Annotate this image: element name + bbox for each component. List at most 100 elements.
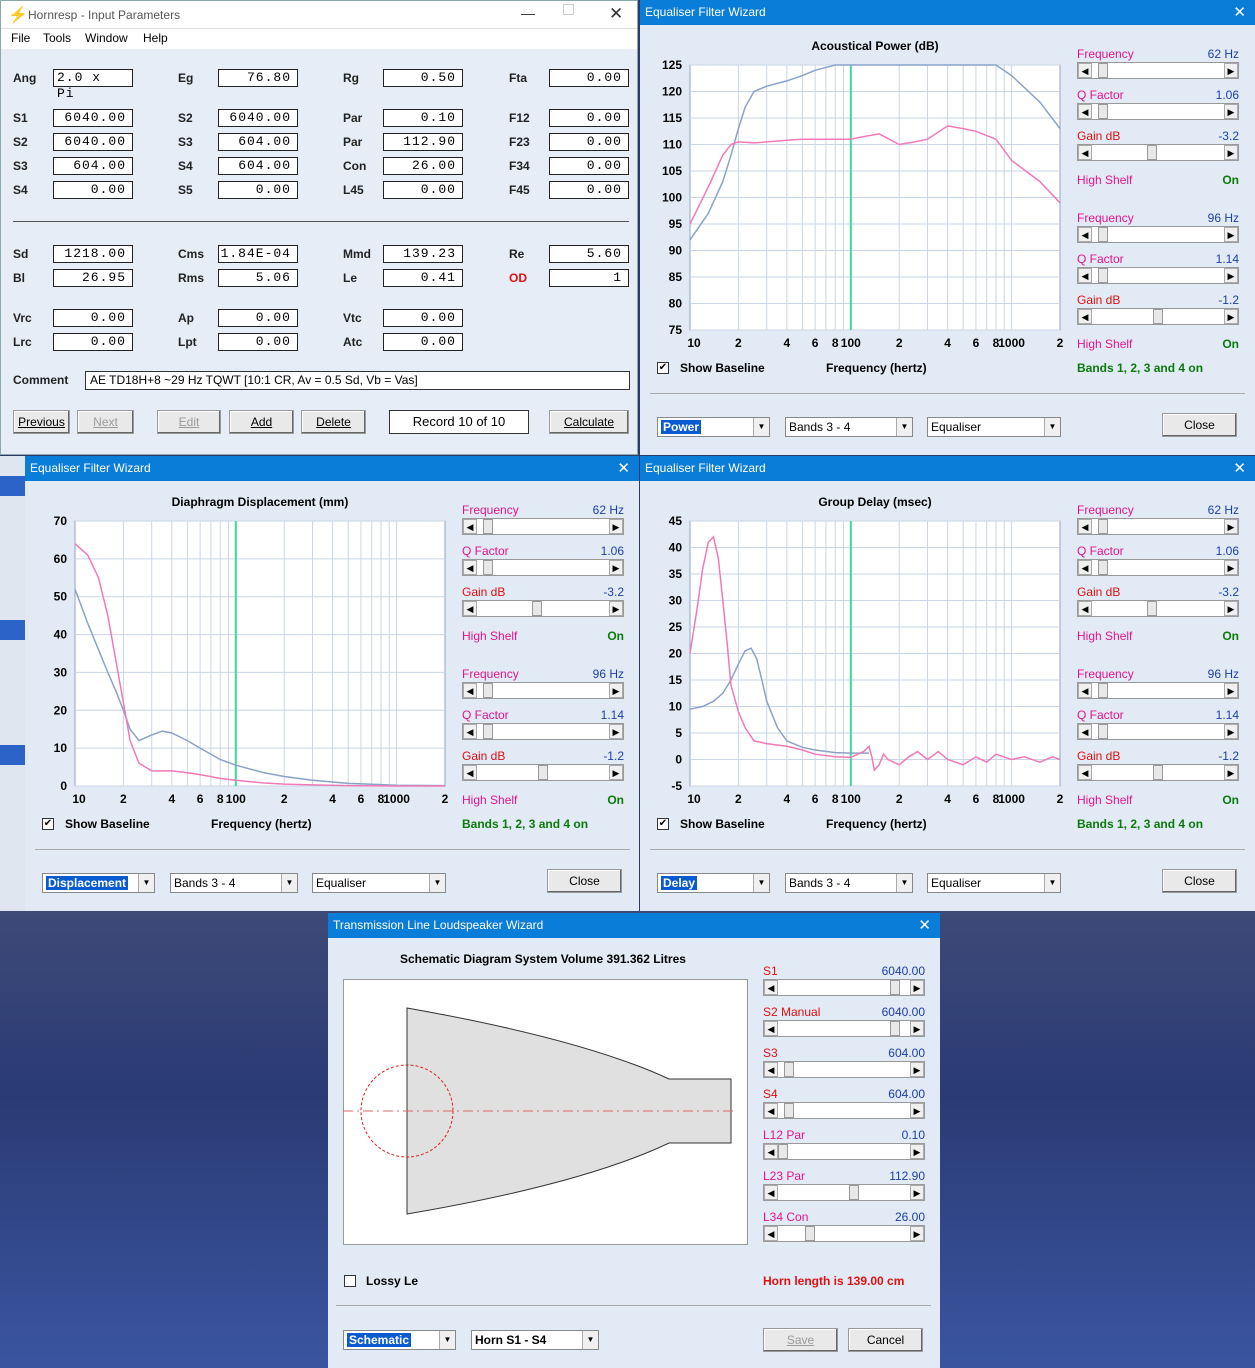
param-field[interactable]: 0.00	[549, 133, 629, 151]
close-button[interactable]: Close	[1162, 869, 1237, 893]
mode-combo[interactable]: Power ▼	[657, 417, 770, 437]
menu-file[interactable]: File	[11, 31, 30, 45]
mode-combo[interactable]: Displacement ▼	[42, 873, 155, 893]
arrow-left-icon[interactable]: ◀	[1078, 560, 1092, 575]
band-slider[interactable]: ◀ ▶	[1077, 267, 1239, 284]
arrow-right-icon[interactable]: ▶	[1224, 227, 1238, 242]
param-field[interactable]: 604.00	[218, 133, 298, 151]
slider-thumb[interactable]	[784, 1103, 795, 1118]
arrow-left-icon[interactable]: ◀	[764, 1226, 778, 1241]
param-field[interactable]: 6040.00	[53, 133, 133, 151]
param-field[interactable]: 604.00	[218, 157, 298, 175]
param-field[interactable]: 0.00	[218, 333, 298, 351]
param-field[interactable]: 0.00	[53, 309, 133, 327]
arrow-right-icon[interactable]: ▶	[1224, 724, 1238, 739]
param-field[interactable]: 0.00	[218, 309, 298, 327]
arrow-right-icon[interactable]: ▶	[1224, 145, 1238, 160]
arrow-right-icon[interactable]: ▶	[609, 683, 623, 698]
arrow-left-icon[interactable]: ◀	[1078, 145, 1092, 160]
arrow-right-icon[interactable]: ▶	[910, 1226, 924, 1241]
arrow-right-icon[interactable]: ▶	[609, 560, 623, 575]
arrow-left-icon[interactable]: ◀	[463, 601, 477, 616]
slider-thumb[interactable]	[890, 980, 901, 995]
band-slider[interactable]: ◀ ▶	[1077, 518, 1239, 535]
mode-combo[interactable]: Delay ▼	[657, 873, 770, 893]
close-icon[interactable]: ✕	[918, 913, 931, 938]
slider-thumb[interactable]	[1153, 765, 1163, 780]
arrow-left-icon[interactable]: ◀	[764, 1021, 778, 1036]
slider-thumb[interactable]	[890, 1021, 901, 1036]
arrow-left-icon[interactable]: ◀	[1078, 724, 1092, 739]
param-field[interactable]: 604.00	[53, 157, 133, 175]
close-button[interactable]: Close	[547, 869, 622, 893]
slider-thumb[interactable]	[1098, 63, 1109, 78]
param-field[interactable]: 0.00	[549, 109, 629, 127]
slider-thumb[interactable]	[804, 1226, 815, 1241]
mode-combo[interactable]: Schematic ▼	[343, 1330, 456, 1350]
slider-thumb[interactable]	[1146, 145, 1157, 160]
menu-help[interactable]: Help	[143, 31, 168, 45]
arrow-left-icon[interactable]: ◀	[463, 560, 477, 575]
arrow-right-icon[interactable]: ▶	[1224, 268, 1238, 283]
arrow-left-icon[interactable]: ◀	[463, 724, 477, 739]
slider-thumb[interactable]	[1098, 227, 1109, 242]
band-slider[interactable]: ◀ ▶	[462, 764, 624, 781]
tl-slider[interactable]: ◀ ▶	[763, 1020, 925, 1037]
param-field[interactable]: 0.00	[383, 181, 463, 199]
arrow-left-icon[interactable]: ◀	[764, 1062, 778, 1077]
calculate-button[interactable]: Calculate	[549, 410, 629, 434]
close-icon[interactable]: ✕	[609, 4, 623, 24]
comment-field[interactable]: AE TD18H+8 ~29 Hz TQWT [10:1 CR, Av = 0.…	[85, 371, 630, 390]
param-field[interactable]: 76.80	[218, 69, 298, 87]
bands-combo[interactable]: Bands 3 - 4 ▼	[170, 873, 298, 893]
slider-thumb[interactable]	[483, 683, 494, 698]
slider-thumb[interactable]	[1146, 601, 1157, 616]
slider-thumb[interactable]	[1098, 104, 1109, 119]
arrow-right-icon[interactable]: ▶	[910, 1062, 924, 1077]
param-field[interactable]: 0.00	[53, 333, 133, 351]
menu-window[interactable]: Window	[85, 31, 128, 45]
slider-thumb[interactable]	[1098, 560, 1109, 575]
show-baseline-checkbox[interactable]: ✔	[42, 818, 54, 830]
arrow-right-icon[interactable]: ▶	[1224, 560, 1238, 575]
arrow-left-icon[interactable]: ◀	[764, 980, 778, 995]
band-slider[interactable]: ◀ ▶	[1077, 308, 1239, 325]
close-icon[interactable]: ✕	[617, 456, 630, 481]
arrow-left-icon[interactable]: ◀	[1078, 309, 1092, 324]
band-slider[interactable]: ◀ ▶	[462, 723, 624, 740]
arrow-right-icon[interactable]: ▶	[1224, 104, 1238, 119]
arrow-left-icon[interactable]: ◀	[764, 1144, 778, 1159]
arrow-right-icon[interactable]: ▶	[1224, 63, 1238, 78]
param-field[interactable]: 5.60	[549, 245, 629, 263]
arrow-right-icon[interactable]: ▶	[910, 1144, 924, 1159]
param-field[interactable]: 0.00	[549, 181, 629, 199]
arrow-left-icon[interactable]: ◀	[764, 1103, 778, 1118]
band-slider[interactable]: ◀ ▶	[462, 518, 624, 535]
band-slider[interactable]: ◀ ▶	[462, 600, 624, 617]
edit-button[interactable]: Edit	[157, 410, 221, 434]
slider-thumb[interactable]	[848, 1185, 859, 1200]
arrow-left-icon[interactable]: ◀	[1078, 268, 1092, 283]
param-field[interactable]: 2.0 x Pi	[53, 69, 133, 101]
close-icon[interactable]: ✕	[1233, 456, 1246, 481]
arrow-right-icon[interactable]: ▶	[1224, 309, 1238, 324]
param-field[interactable]: 5.06	[218, 269, 298, 287]
param-field[interactable]: 112.90	[383, 133, 463, 151]
tl-slider[interactable]: ◀ ▶	[763, 1225, 925, 1242]
arrow-left-icon[interactable]: ◀	[1078, 63, 1092, 78]
param-field[interactable]: 6040.00	[53, 109, 133, 127]
arrow-right-icon[interactable]: ▶	[609, 601, 623, 616]
arrow-right-icon[interactable]: ▶	[609, 765, 623, 780]
slider-thumb[interactable]	[1098, 724, 1109, 739]
lossy-checkbox[interactable]	[344, 1275, 356, 1287]
slider-thumb[interactable]	[483, 724, 494, 739]
param-field[interactable]: 0.00	[549, 157, 629, 175]
save-button[interactable]: Save	[763, 1328, 838, 1352]
band-slider[interactable]: ◀ ▶	[1077, 682, 1239, 699]
slider-thumb[interactable]	[483, 519, 494, 534]
arrow-left-icon[interactable]: ◀	[463, 683, 477, 698]
band-slider[interactable]: ◀ ▶	[1077, 600, 1239, 617]
param-field[interactable]: 0.00	[218, 181, 298, 199]
maximize-icon[interactable]	[563, 4, 574, 15]
add-button[interactable]: Add	[229, 410, 294, 434]
